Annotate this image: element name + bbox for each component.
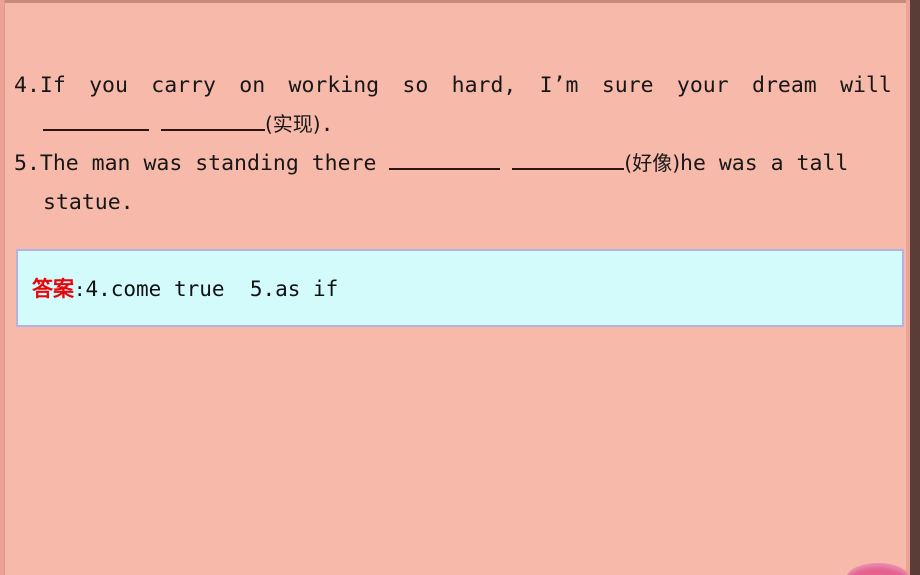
question-5-number: 5. — [14, 151, 40, 176]
q4-word-3: on — [239, 73, 266, 98]
q4-word-11: will — [840, 73, 892, 98]
question-4-line-1: 4. If you carry on working so hard, I’m … — [14, 66, 892, 105]
q4-word-5: so — [402, 73, 429, 98]
question-5-blank-2[interactable] — [512, 148, 625, 170]
q4-word-2: carry — [151, 73, 216, 98]
decorative-ellipse — [846, 563, 910, 575]
answer-box: 答案:4.come true 5.as if — [16, 249, 904, 327]
q4-word-8: sure — [601, 73, 654, 98]
question-4-period: . — [320, 112, 334, 137]
question-4-blank-1[interactable] — [43, 109, 149, 131]
answer-text: 4.come true 5.as if — [85, 277, 339, 301]
question-5-blank-1[interactable] — [389, 148, 501, 170]
slide-left-edge-stripe — [0, 0, 5, 575]
slide-canvas: 4. If you carry on working so hard, I’m … — [0, 0, 920, 575]
question-4-line-2: (实现) . — [14, 105, 892, 144]
slide-right-edge-stripe — [910, 0, 920, 575]
question-4-text-line-1: If you carry on working so hard, I’m sur… — [40, 66, 892, 105]
question-5-text-line-2: statue. — [43, 190, 134, 215]
q4-word-4: working — [288, 73, 380, 98]
question-list: 4. If you carry on working so hard, I’m … — [14, 66, 892, 222]
question-5-line-1: 5. The man was standing there (好像)he was… — [14, 144, 892, 183]
question-5-stem: The man was standing there — [39, 151, 390, 176]
question-4-blank-2[interactable] — [161, 109, 265, 131]
answer-colon: : — [74, 279, 86, 301]
question-5-line-2: statue. — [14, 183, 892, 222]
q4-word-10: dream — [752, 73, 817, 98]
answer-label: 答案 — [32, 277, 74, 301]
slide-top-edge-stripe — [0, 0, 920, 3]
question-5-hint: (好像) — [624, 151, 680, 175]
q4-word-0: If — [39, 73, 66, 98]
q4-word-7: I’m — [539, 73, 579, 98]
question-4-number: 4. — [14, 73, 40, 98]
question-5-tail: he was a tall — [680, 151, 849, 176]
question-5-text-line-1: The man was standing there (好像)he was a … — [40, 144, 892, 183]
q4-word-6: hard, — [451, 73, 517, 98]
question-4-hint: (实现) — [265, 112, 321, 136]
answer-content: 答案:4.come true 5.as if — [18, 273, 338, 303]
q4-word-1: you — [89, 73, 128, 98]
q4-word-9: your — [676, 73, 729, 98]
